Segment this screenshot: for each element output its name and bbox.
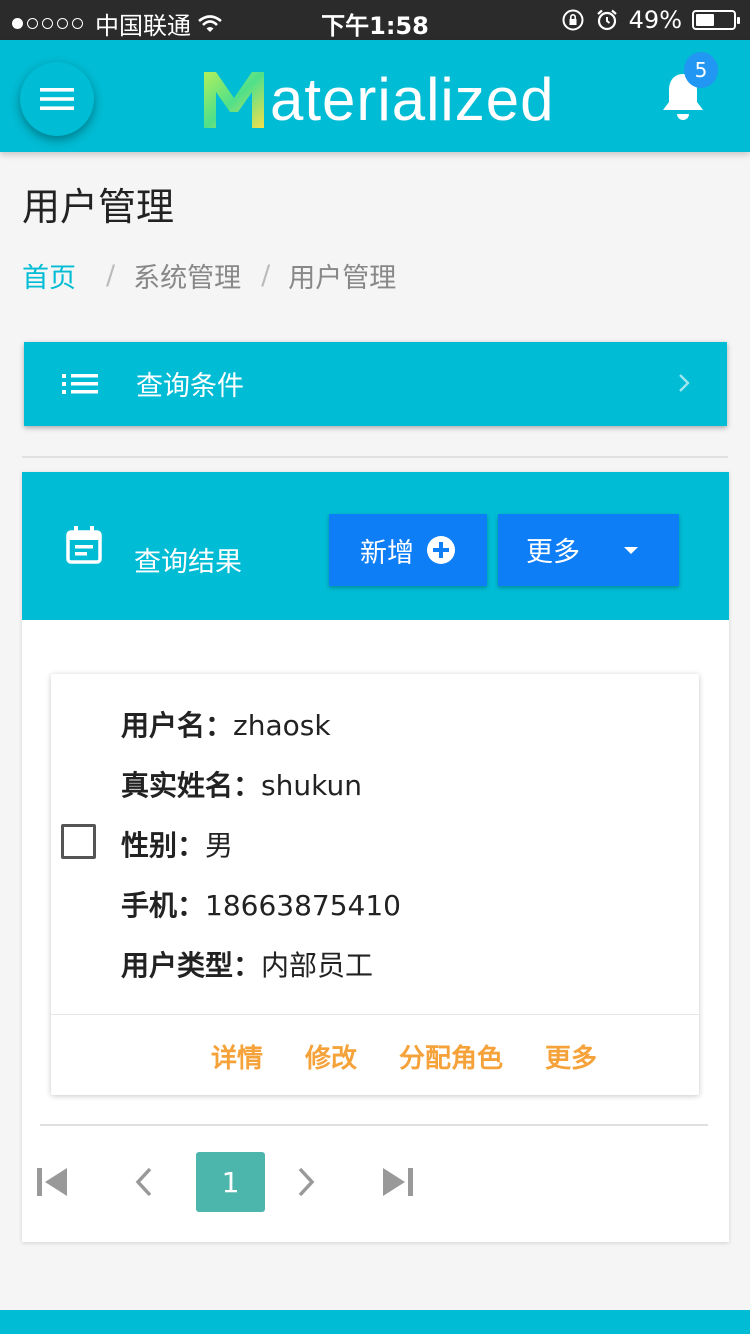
- pagination-divider: [40, 1124, 708, 1126]
- results-card: 查询结果 新增 更多 用户名： zhaosk 真实姓名： shukun 性别： …: [22, 472, 729, 1242]
- hamburger-menu-icon: [40, 88, 74, 110]
- breadcrumb-home[interactable]: 首页: [22, 256, 76, 295]
- next-page-button[interactable]: [290, 1152, 322, 1212]
- row-select-checkbox[interactable]: [61, 824, 96, 859]
- field-label: 手机：: [121, 889, 206, 922]
- breadcrumb-separator: /: [106, 260, 116, 291]
- prev-page-button[interactable]: [128, 1152, 160, 1212]
- orientation-lock-icon: [562, 9, 584, 31]
- field-value: 内部员工: [261, 949, 374, 982]
- field-phone: 手机： 18663875410: [121, 884, 401, 944]
- more-dropdown-button[interactable]: 更多: [498, 514, 679, 586]
- action-more[interactable]: 更多: [545, 1038, 597, 1075]
- add-button-label: 新增: [360, 537, 414, 569]
- status-bar: 中国联通 下午1:58 49%: [0, 0, 750, 40]
- field-realname: 真实姓名： shukun: [121, 764, 401, 824]
- field-username: 用户名： zhaosk: [121, 704, 401, 764]
- record-actions: 详情 修改 分配角色 更多: [211, 1038, 639, 1075]
- status-right: 49%: [561, 6, 740, 34]
- pagination: 1: [22, 1152, 729, 1216]
- field-label: 用户名：: [121, 709, 234, 742]
- next-page-icon: [298, 1167, 315, 1197]
- results-header: 查询结果 新增 更多: [22, 472, 729, 620]
- action-detail[interactable]: 详情: [211, 1038, 263, 1075]
- plus-circle-icon: [427, 536, 455, 564]
- user-record-card: 用户名： zhaosk 真实姓名： shukun 性别： 男 手机： 18663…: [51, 674, 699, 1095]
- prev-page-icon: [135, 1167, 152, 1197]
- first-page-button[interactable]: [34, 1152, 70, 1212]
- brand-text: aterialized: [270, 65, 555, 133]
- notification-badge[interactable]: 5: [684, 52, 718, 88]
- field-label: 真实姓名：: [121, 769, 262, 802]
- action-assign-role[interactable]: 分配角色: [399, 1038, 503, 1075]
- breadcrumb-separator: /: [261, 260, 271, 291]
- field-label: 性别：: [121, 829, 206, 862]
- page-title: 用户管理: [22, 185, 175, 229]
- first-page-icon: [37, 1168, 67, 1196]
- breadcrumb: 首页 / 系统管理 / 用户管理: [22, 256, 396, 295]
- action-edit[interactable]: 修改: [305, 1038, 357, 1075]
- app-bar: aterialized 5: [0, 40, 750, 152]
- calendar-icon: [66, 526, 102, 564]
- results-title: 查询结果: [134, 547, 242, 578]
- list-icon: [62, 374, 98, 394]
- field-label: 用户类型：: [121, 949, 262, 982]
- field-value: 男: [205, 829, 234, 862]
- last-page-button[interactable]: [378, 1152, 418, 1212]
- alarm-icon: [596, 9, 617, 31]
- caret-down-icon: [624, 547, 638, 554]
- page-number-current[interactable]: 1: [196, 1152, 265, 1212]
- bottom-bar: [0, 1310, 750, 1334]
- chevron-right-icon: [679, 374, 690, 392]
- card-divider: [51, 1014, 699, 1015]
- section-divider: [22, 456, 728, 458]
- field-value: shukun: [261, 769, 362, 802]
- user-fields: 用户名： zhaosk 真实姓名： shukun 性别： 男 手机： 18663…: [121, 704, 401, 1004]
- query-conditions-toggle[interactable]: 查询条件: [24, 342, 727, 426]
- field-gender: 性别： 男: [121, 824, 401, 884]
- breadcrumb-current: 用户管理: [288, 263, 397, 294]
- breadcrumb-system[interactable]: 系统管理: [133, 256, 241, 295]
- last-page-icon: [383, 1168, 413, 1196]
- field-usertype: 用户类型： 内部员工: [121, 944, 401, 1004]
- field-value: 18663875410: [205, 889, 401, 922]
- query-conditions-label: 查询条件: [136, 371, 244, 402]
- brand-logo: aterialized: [200, 64, 555, 134]
- menu-button[interactable]: [20, 62, 94, 136]
- more-button-label: 更多: [526, 537, 580, 568]
- add-button[interactable]: 新增: [329, 514, 487, 586]
- battery-icon: [692, 10, 740, 30]
- brand-m-logo: [204, 72, 264, 128]
- field-value: zhaosk: [233, 709, 331, 742]
- battery-percent: 49%: [628, 6, 682, 34]
